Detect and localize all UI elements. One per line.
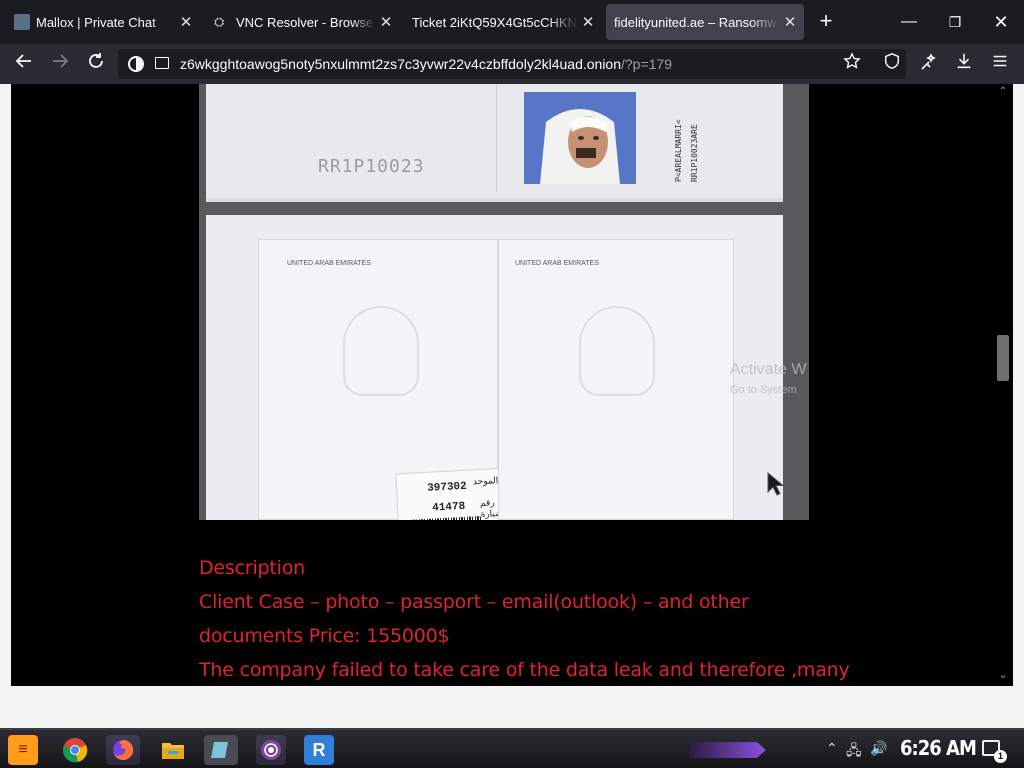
forward-button[interactable] xyxy=(48,52,72,76)
address-bar[interactable]: z6wkgghtoawog5noty5nxulmmt2zs7c3yvwr22v4… xyxy=(118,49,906,79)
tab-mallox-private-chat[interactable]: Mallox | Private Chat ✕ xyxy=(4,4,200,40)
download-icon xyxy=(957,53,971,69)
description-line-1: Client Case – photo – passport – email(o… xyxy=(199,591,749,613)
uae-emblem-icon xyxy=(343,306,419,396)
tab-vnc-resolver[interactable]: ⛭ VNC Resolver - Browse ✕ xyxy=(204,4,400,40)
tab-ticket[interactable]: Ticket 2iKtQ59X4Gt5cCHKNU ✕ xyxy=(404,4,602,40)
close-tab-icon[interactable]: ✕ xyxy=(176,13,196,31)
page-viewport[interactable]: RR1P10023 P<AREALMARRI< RR1P10023ARE UNI… xyxy=(11,84,1013,686)
chrome-icon[interactable] xyxy=(60,735,90,765)
tor-onion-icon[interactable] xyxy=(128,56,144,72)
mrz-line-2: RR1P10023ARE xyxy=(690,124,699,182)
mrz-line-1: P<AREALMARRI< xyxy=(674,119,683,182)
notification-center-icon[interactable]: 1 xyxy=(982,740,1007,763)
tray-expand-icon[interactable]: ⌃ xyxy=(826,740,838,757)
downloads-button[interactable] xyxy=(952,52,976,76)
tab-title: fidelityunited.ae – Ransomwar xyxy=(614,14,780,30)
close-window-button[interactable]: ✕ xyxy=(986,10,1016,34)
back-arrow-icon xyxy=(15,54,31,68)
new-identity-button[interactable] xyxy=(916,52,940,76)
stamp-number-2: 41478 xyxy=(431,500,466,515)
notification-badge: 1 xyxy=(994,750,1007,763)
url-host: z6wkgghtoawog5noty5nxulmmt2zs7c3yvwr22v4… xyxy=(180,56,621,72)
tab-strip: Mallox | Private Chat ✕ ⛭ VNC Resolver -… xyxy=(0,0,1024,44)
broom-sparkle-icon xyxy=(921,53,936,70)
description-heading: Description xyxy=(199,557,306,579)
description-line-3: The company failed to take care of the d… xyxy=(199,659,850,681)
tab-fidelityunited-ransomware[interactable]: fidelityunited.ae – Ransomwar ✕ xyxy=(606,4,804,40)
page-image-icon[interactable] xyxy=(155,57,169,69)
scroll-up-arrow-icon[interactable]: ⌃ xyxy=(997,86,1009,98)
file-explorer-icon[interactable] xyxy=(158,735,188,765)
star-icon xyxy=(843,52,861,69)
network-icon[interactable]: 🖧 xyxy=(846,740,862,764)
uae-emblem-icon xyxy=(579,306,655,396)
tor-browser-icon[interactable] xyxy=(256,735,286,765)
close-tab-icon[interactable]: ✕ xyxy=(780,13,800,31)
barcode xyxy=(410,515,484,520)
tab-title: Ticket 2iKtQ59X4Gt5cCHKNU xyxy=(412,14,578,30)
reload-button[interactable] xyxy=(84,52,108,76)
reload-icon xyxy=(89,53,103,68)
tab-title: Mallox | Private Chat xyxy=(36,14,156,30)
new-tab-button[interactable]: + xyxy=(814,10,838,34)
activate-windows-watermark: Activate W xyxy=(730,361,807,378)
description-line-2: documents Price: 155000$ xyxy=(199,625,450,647)
mallox-favicon-icon xyxy=(14,14,30,30)
start-menu-icon[interactable]: ≡ xyxy=(8,735,38,765)
mouse-cursor-icon xyxy=(767,472,785,496)
close-tab-icon[interactable]: ✕ xyxy=(578,13,598,31)
passport-photo-page: RR1P10023 P<AREALMARRI< RR1P10023ARE xyxy=(206,84,783,202)
shield-button[interactable] xyxy=(880,52,904,76)
clock[interactable]: 6:26 AM xyxy=(900,736,977,760)
tab-title: VNC Resolver - Browse xyxy=(236,14,374,30)
minimize-button[interactable]: — xyxy=(894,10,924,34)
passport-visa-pages: UNITED ARAB EMIRATES 397302 41478 الرقم … xyxy=(206,215,783,520)
volume-icon[interactable]: 🔊 xyxy=(870,740,887,757)
navigation-bar: z6wkgghtoawog5noty5nxulmmt2zs7c3yvwr22v4… xyxy=(0,44,1024,84)
close-tab-icon[interactable]: ✕ xyxy=(376,13,396,31)
firefox-icon[interactable] xyxy=(106,735,140,765)
vnc-resolver-favicon-icon: ⛭ xyxy=(214,14,225,29)
forward-arrow-icon xyxy=(53,54,69,68)
passport-scan-image: RR1P10023 P<AREALMARRI< RR1P10023ARE UNI… xyxy=(199,84,809,520)
passport-number: RR1P10023 xyxy=(318,156,425,177)
url-path: /?p=179 xyxy=(621,56,672,72)
page-header-left: UNITED ARAB EMIRATES xyxy=(287,260,371,267)
bookmark-star-button[interactable] xyxy=(840,52,864,76)
restore-button[interactable]: ❐ xyxy=(940,10,970,34)
machine-readable-zone: P<AREALMARRI< RR1P10023ARE xyxy=(674,90,724,182)
back-button[interactable] xyxy=(12,52,36,76)
passport-portrait xyxy=(524,92,636,184)
scroll-thumb[interactable] xyxy=(997,335,1009,381)
vertical-scrollbar[interactable]: ⌃ ⌄ xyxy=(993,84,1013,686)
visa-page-right: UNITED ARAB EMIRATES xyxy=(498,239,734,520)
taskbar-decoration xyxy=(690,742,766,758)
url-text[interactable]: z6wkgghtoawog5noty5nxulmmt2zs7c3yvwr22v4… xyxy=(180,56,672,72)
activate-windows-subtitle: Go to System xyxy=(730,384,797,396)
taskbar: ≡ R ⌃ 🖧 🔊 6:26 AM 1 xyxy=(0,728,1024,768)
stamp-number-1: 397302 xyxy=(426,480,468,495)
menu-button[interactable] xyxy=(988,52,1012,76)
shield-icon xyxy=(884,53,900,69)
hamburger-menu-icon xyxy=(993,55,1007,67)
visa-page-left: UNITED ARAB EMIRATES 397302 41478 الرقم … xyxy=(258,239,529,520)
scroll-down-arrow-icon[interactable]: ⌄ xyxy=(997,670,1009,682)
notes-app-icon[interactable] xyxy=(204,735,238,765)
remote-desktop-icon[interactable]: R xyxy=(304,735,334,765)
page-header-right: UNITED ARAB EMIRATES xyxy=(515,260,599,267)
